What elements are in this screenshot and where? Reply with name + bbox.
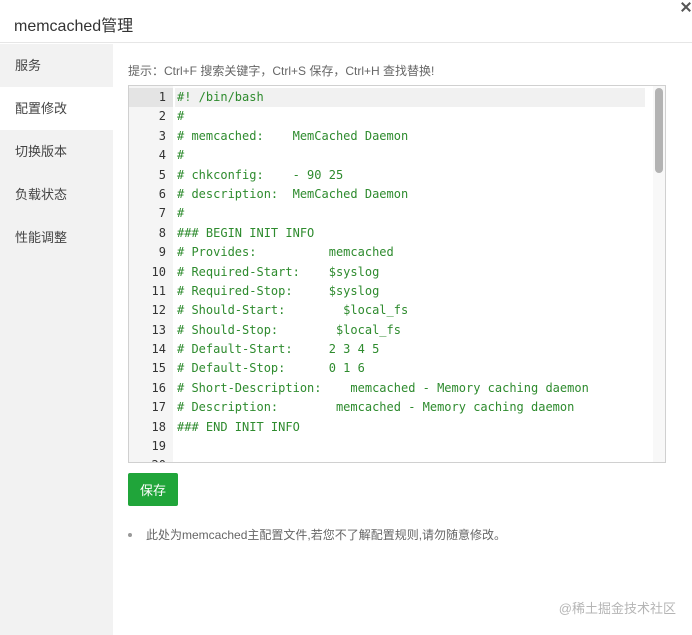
code-text[interactable]: # xyxy=(175,204,645,223)
sidebar-item-load-status[interactable]: 负载状态 xyxy=(0,173,113,216)
code-line[interactable]: 17 # Description: memcached - Memory cach… xyxy=(129,398,665,417)
line-number: 16 xyxy=(151,380,166,395)
line-number: 1 xyxy=(129,88,173,108)
code-line[interactable]: 7 # xyxy=(129,204,665,223)
line-number: 9 xyxy=(158,245,166,260)
code-line[interactable]: 16 # Short-Description: memcached - Memor… xyxy=(129,379,665,398)
code-text[interactable]: # description: MemCached Daemon xyxy=(175,185,645,204)
line-number: 14 xyxy=(151,342,166,357)
dialog-titlebar: memcached管理 xyxy=(0,0,692,43)
close-icon[interactable] xyxy=(678,0,692,14)
code-line[interactable]: 18 ### END INIT INFO xyxy=(129,418,665,437)
code-line[interactable]: 13 # Should-Stop: $local_fs xyxy=(129,321,665,340)
code-text[interactable]: #! /bin/bash xyxy=(175,88,645,108)
scrollbar-thumb[interactable] xyxy=(655,88,663,173)
save-button[interactable]: 保存 xyxy=(128,473,178,506)
watermark: @稀土掘金技术社区 xyxy=(558,601,676,616)
config-editor[interactable]: 1 #! /bin/bash 2 #3 # memcached: MemCached D… xyxy=(128,85,666,463)
line-number: 13 xyxy=(151,322,166,337)
code-text[interactable]: # Should-Start: $local_fs xyxy=(175,301,645,320)
line-number: 18 xyxy=(151,419,166,434)
code-line[interactable]: 5 # chkconfig: - 90 25 xyxy=(129,166,665,185)
sidebar-item-switch-version[interactable]: 切换版本 xyxy=(0,130,113,173)
line-number: 11 xyxy=(151,283,166,298)
code-text[interactable]: # Default-Stop: 0 1 6 xyxy=(175,359,645,378)
line-number: 6 xyxy=(158,186,166,201)
code-line[interactable]: 4 # xyxy=(129,146,665,165)
line-number: 8 xyxy=(158,225,166,240)
editor-lines: 1 #! /bin/bash 2 #3 # memcached: MemCached D… xyxy=(129,86,665,462)
code-line[interactable]: 11 # Required-Stop: $syslog xyxy=(129,282,665,301)
code-line[interactable]: 9 # Provides: memcached xyxy=(129,243,665,262)
code-text[interactable]: # Default-Start: 2 3 4 5 xyxy=(175,340,645,359)
line-number: 7 xyxy=(158,206,166,221)
line-number: 19 xyxy=(151,439,166,454)
code-line[interactable]: 19 xyxy=(129,437,665,456)
code-line[interactable]: 14 # Default-Start: 2 3 4 5 xyxy=(129,340,665,359)
note-text: 此处为memcached主配置文件,若您不了解配置规则,请勿随意修改。 xyxy=(146,528,507,542)
sidebar-item-service[interactable]: 服务 xyxy=(0,44,113,87)
editor-scrollbar[interactable] xyxy=(653,86,665,462)
bullet-icon xyxy=(128,533,132,537)
code-text[interactable]: # Should-Stop: $local_fs xyxy=(175,321,645,340)
line-number: 2 xyxy=(158,109,166,124)
code-line[interactable]: 3 # memcached: MemCached Daemon xyxy=(129,127,665,146)
line-number: 10 xyxy=(151,264,166,279)
line-number: 5 xyxy=(158,167,166,182)
notes-list: 此处为memcached主配置文件,若您不了解配置规则,请勿随意修改。 xyxy=(128,526,506,544)
code-line[interactable]: 2 # xyxy=(129,107,665,126)
code-text[interactable]: # chkconfig: - 90 25 xyxy=(175,166,645,185)
line-number: 4 xyxy=(158,148,166,163)
note-item: 此处为memcached主配置文件,若您不了解配置规则,请勿随意修改。 xyxy=(128,526,506,544)
line-number: 20 xyxy=(129,456,173,462)
code-line[interactable]: 6 # description: MemCached Daemon xyxy=(129,185,665,204)
shortcut-hint: 提示：Ctrl+F 搜索关键字，Ctrl+S 保存，Ctrl+H 查找替换! xyxy=(128,64,435,78)
code-text[interactable]: # Description: memcached - Memory cachin… xyxy=(175,398,645,417)
code-text[interactable] xyxy=(175,437,645,456)
code-line[interactable]: 10 # Required-Start: $syslog xyxy=(129,263,665,282)
code-text[interactable] xyxy=(175,456,645,462)
code-text[interactable]: # memcached: MemCached Daemon xyxy=(175,127,645,146)
code-text[interactable]: # Required-Start: $syslog xyxy=(175,263,645,282)
code-line[interactable]: 12 # Should-Start: $local_fs xyxy=(129,301,665,320)
line-number: 17 xyxy=(151,400,166,415)
line-number: 15 xyxy=(151,361,166,376)
code-text[interactable]: # Required-Stop: $syslog xyxy=(175,282,645,301)
code-line[interactable]: 1 #! /bin/bash xyxy=(129,88,665,108)
code-text[interactable]: # xyxy=(175,107,645,126)
dialog-title: memcached管理 xyxy=(14,18,134,35)
sidebar: 服务 配置修改 切换版本 负载状态 性能调整 xyxy=(0,44,113,635)
line-number: 12 xyxy=(151,303,166,318)
code-text[interactable]: # Short-Description: memcached - Memory … xyxy=(175,379,645,398)
code-text[interactable]: ### END INIT INFO xyxy=(175,418,645,437)
sidebar-item-config-edit[interactable]: 配置修改 xyxy=(0,87,113,130)
code-text[interactable]: # Provides: memcached xyxy=(175,243,645,262)
memcached-dialog: memcached管理 服务 配置修改 切换版本 负载状态 性能调整 提示：Ct… xyxy=(0,0,692,635)
code-text[interactable]: ### BEGIN INIT INFO xyxy=(175,224,645,243)
code-line[interactable]: 20 xyxy=(129,456,665,462)
main-content: 提示：Ctrl+F 搜索关键字，Ctrl+S 保存，Ctrl+H 查找替换! 1… xyxy=(128,44,692,635)
line-number: 3 xyxy=(158,128,166,143)
code-line[interactable]: 8 ### BEGIN INIT INFO xyxy=(129,224,665,243)
code-line[interactable]: 15 # Default-Stop: 0 1 6 xyxy=(129,359,665,378)
code-text[interactable]: # xyxy=(175,146,645,165)
sidebar-item-performance-tuning[interactable]: 性能调整 xyxy=(0,216,113,259)
